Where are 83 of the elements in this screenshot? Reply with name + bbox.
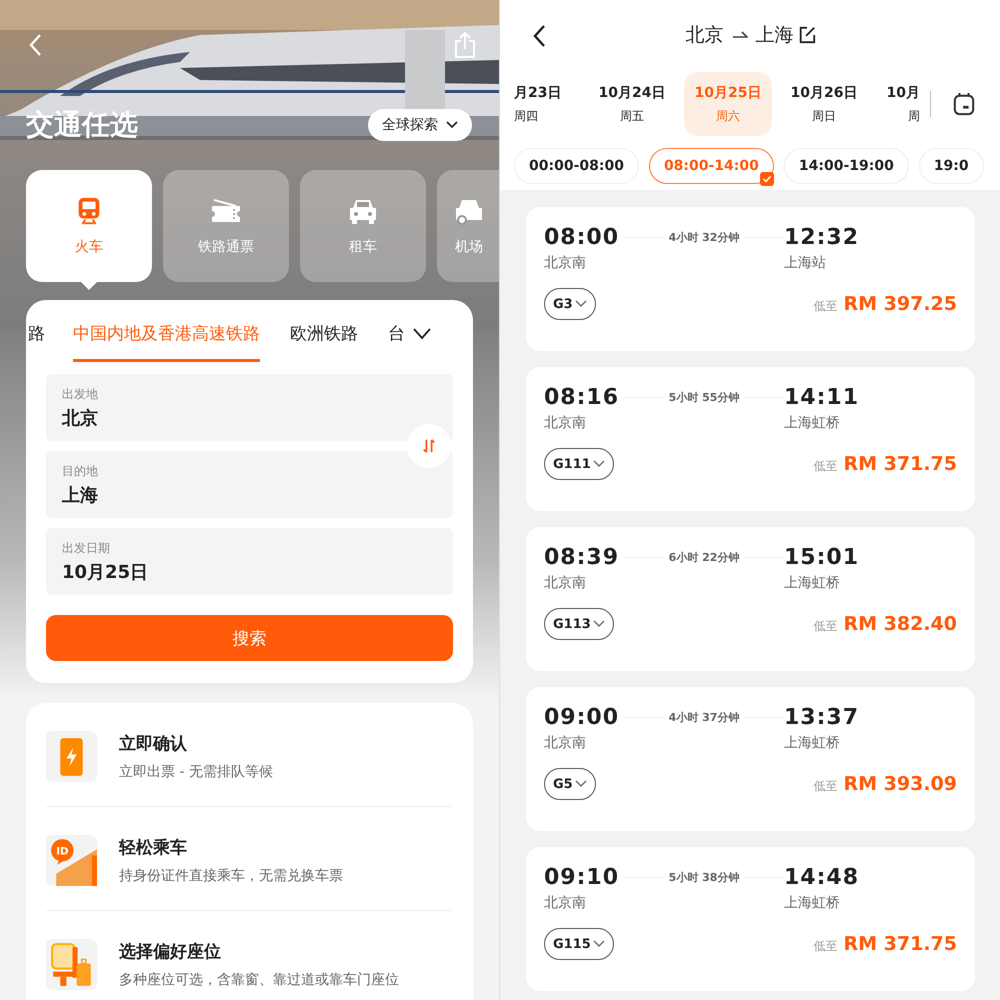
time-filter-chip[interactable]: 00:00-08:00: [514, 148, 639, 184]
departure-time: 08:16: [544, 385, 620, 410]
train-number-button[interactable]: G3: [544, 288, 596, 320]
chevron-down-icon: [592, 460, 605, 468]
date-tab[interactable]: 10月24日 周五: [588, 72, 676, 136]
feature-title: 选择偏好座位: [119, 941, 222, 963]
train-number-button[interactable]: G115: [544, 928, 614, 960]
origin-city: 北京: [686, 23, 724, 48]
chevron-down-icon: [592, 620, 605, 628]
rail-tab[interactable]: 欧洲铁路: [290, 322, 358, 362]
rail-tab[interactable]: 路: [28, 322, 45, 362]
input-field[interactable]: 出发地 北京: [46, 374, 453, 441]
departure-time: 09:10: [544, 865, 620, 890]
departure-time: 08:00: [544, 225, 620, 250]
arrival-time: 12:32: [784, 225, 860, 250]
train-card[interactable]: 09:00 4小时 37分钟 13:37 北京南 上海虹桥 G5 低至 RM 393.09: [526, 687, 975, 831]
destination-city: 上海: [756, 23, 794, 48]
duration: 4小时 37分钟: [668, 710, 740, 725]
departure-station: 北京南: [544, 894, 587, 912]
expand-icon[interactable]: [413, 328, 431, 340]
price-prefix: 低至: [814, 618, 838, 635]
feature-title: 轻松乘车: [119, 837, 188, 859]
swap-icon: [422, 438, 436, 454]
chevron-down-icon: [446, 121, 458, 129]
chevron-down-icon: [592, 940, 605, 948]
duration: 5小时 38分钟: [668, 870, 740, 885]
input-field[interactable]: 出发日期 10月25日: [46, 528, 453, 595]
train-card[interactable]: 08:39 6小时 22分钟 15:01 北京南 上海虹桥 G113 低至 RM 382.40: [526, 527, 975, 671]
arrival-station: 上海虹桥: [784, 734, 840, 752]
arrival-station: 上海虹桥: [784, 414, 840, 432]
price-prefix: 低至: [814, 778, 838, 795]
arrival-station: 上海站: [784, 254, 826, 272]
chevron-down-icon: [574, 780, 587, 788]
date-tab[interactable]: 10月 周: [876, 72, 920, 136]
arrival-station: 上海虹桥: [784, 894, 840, 912]
date-tab[interactable]: 10月26日 周日: [780, 72, 868, 136]
arrival-time: 14:11: [784, 385, 860, 410]
price: RM 371.75: [844, 453, 957, 475]
arrival-station: 上海虹桥: [784, 574, 840, 592]
check-icon: [760, 172, 774, 186]
price: RM 397.25: [844, 293, 957, 315]
train-number-button[interactable]: G111: [544, 448, 614, 480]
price: RM 393.09: [844, 773, 957, 795]
departure-station: 北京南: [544, 574, 587, 592]
train-card[interactable]: 08:00 4小时 32分钟 12:32 北京南 上海站 G3 低至 RM 397.25: [526, 207, 975, 351]
date-tab[interactable]: 月23日 周四: [514, 72, 568, 136]
departure-time: 09:00: [544, 705, 620, 730]
train-card[interactable]: 09:10 5小时 38分钟 14:48 北京南 上海虹桥 G115 低至 RM 371.75: [526, 847, 975, 991]
time-filter-chip[interactable]: 19:0: [918, 148, 984, 184]
input-field[interactable]: 目的地 上海: [46, 451, 453, 518]
departure-station: 北京南: [544, 414, 587, 432]
duration: 6小时 22分钟: [668, 550, 740, 565]
price-prefix: 低至: [814, 938, 838, 955]
duration: 4小时 32分钟: [668, 230, 740, 245]
feature-description: 立即出票 - 无需排队等候: [119, 763, 273, 781]
time-filter-chip[interactable]: 14:00-19:00: [784, 148, 909, 184]
arrival-time: 15:01: [784, 545, 860, 570]
duration: 5小时 55分钟: [668, 390, 740, 405]
price: RM 371.75: [844, 933, 957, 955]
feature-description: 多种座位可选，含靠窗、靠过道或靠车门座位: [119, 971, 399, 989]
id-ticket-icon: ID: [46, 835, 97, 886]
back-icon[interactable]: [532, 24, 546, 48]
seat-luggage-icon: [46, 939, 97, 990]
departure-station: 北京南: [544, 734, 587, 752]
train-number-button[interactable]: G113: [544, 608, 614, 640]
arrival-time: 13:37: [784, 705, 860, 730]
chevron-down-icon: [574, 300, 587, 308]
price-prefix: 低至: [814, 458, 838, 475]
phone-bolt-icon: [46, 731, 97, 782]
departure-time: 08:39: [544, 545, 620, 570]
feature-description: 持身份证件直接乘车，无需兑换车票: [119, 867, 343, 885]
feature-title: 立即确认: [119, 733, 188, 755]
price-prefix: 低至: [814, 298, 838, 315]
departure-station: 北京南: [544, 254, 587, 272]
train-number-button[interactable]: G5: [544, 768, 596, 800]
page-title: 交通任选: [26, 107, 138, 143]
price: RM 382.40: [844, 613, 957, 635]
explore-button[interactable]: 全球探索: [368, 109, 472, 141]
train-card[interactable]: 08:16 5小时 55分钟 14:11 北京南 上海虹桥 G111 低至 RM 371.75: [526, 367, 975, 511]
calendar-icon[interactable]: [953, 91, 975, 117]
edit-icon[interactable]: [798, 26, 816, 44]
rail-tab[interactable]: 台: [388, 322, 405, 362]
arrival-time: 14:48: [784, 865, 860, 890]
